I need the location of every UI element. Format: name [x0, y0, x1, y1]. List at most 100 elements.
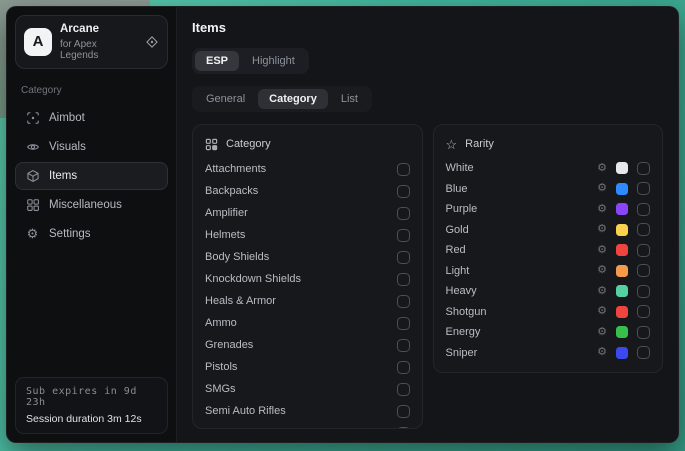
- gear-icon[interactable]: ⚙: [597, 306, 607, 317]
- session-duration-text: Session duration 3m 12s: [26, 413, 157, 425]
- rarity-row-label: Sniper: [446, 347, 598, 359]
- color-swatch[interactable]: [616, 347, 628, 359]
- panels-row: Category Attachments Backpacks Amplifier He…: [192, 124, 663, 429]
- checkbox[interactable]: [397, 361, 410, 374]
- color-swatch[interactable]: [616, 285, 628, 297]
- category-row-label: Pistols: [205, 361, 397, 373]
- sidebar-item-items[interactable]: Items: [15, 162, 168, 190]
- checkbox[interactable]: [637, 264, 650, 277]
- checkbox[interactable]: [397, 405, 410, 418]
- checkbox[interactable]: [397, 251, 410, 264]
- mode-option-esp[interactable]: ESP: [195, 51, 239, 71]
- checkbox[interactable]: [397, 339, 410, 352]
- color-swatch[interactable]: [616, 203, 628, 215]
- tab-category[interactable]: Category: [258, 89, 328, 109]
- rarity-rows: White⚙Blue⚙Purple⚙Gold⚙Red⚙Light⚙Heavy⚙S…: [446, 158, 651, 363]
- mode-option-highlight[interactable]: Highlight: [241, 51, 306, 71]
- checkbox[interactable]: [637, 346, 650, 359]
- category-row-label: Ammo: [205, 317, 397, 329]
- category-row: Assault Rifles: [205, 422, 410, 429]
- rarity-row: Red⚙: [446, 240, 651, 261]
- sidebar-item-visuals[interactable]: Visuals: [15, 133, 168, 161]
- category-row: Grenades: [205, 334, 410, 356]
- checkbox[interactable]: [397, 229, 410, 242]
- gear-icon[interactable]: ⚙: [597, 347, 607, 358]
- category-panel-header: Category: [205, 134, 410, 154]
- rarity-row: Gold⚙: [446, 220, 651, 241]
- category-row: Knockdown Shields: [205, 268, 410, 290]
- color-swatch[interactable]: [616, 224, 628, 236]
- main-content: Items ESPHighlight GeneralCategoryList C…: [177, 7, 678, 442]
- color-swatch[interactable]: [616, 326, 628, 338]
- sidebar-item-label: Settings: [49, 228, 91, 240]
- app-logo: A: [24, 28, 52, 56]
- category-rows: AttachmentsBackpacksAmplifierHelmetsBody…: [205, 158, 410, 429]
- category-row-label: Attachments: [205, 163, 397, 175]
- category-row-label: Amplifier: [205, 207, 397, 219]
- app-window: A Arcane for Apex Legends Category Aimbo…: [6, 6, 679, 443]
- checkbox[interactable]: [637, 223, 650, 236]
- checkbox[interactable]: [637, 162, 650, 175]
- pin-window-icon[interactable]: [145, 35, 159, 49]
- category-row: Semi Auto Rifles: [205, 400, 410, 422]
- visuals-icon: [25, 139, 40, 154]
- checkbox[interactable]: [397, 185, 410, 198]
- rarity-row-label: Red: [446, 244, 598, 256]
- gear-icon[interactable]: ⚙: [597, 204, 607, 215]
- star-icon: ☆: [446, 138, 458, 151]
- category-row-label: Assault Rifles: [205, 427, 397, 429]
- checkbox[interactable]: [637, 326, 650, 339]
- rarity-row: Blue⚙: [446, 179, 651, 200]
- rarity-row-label: White: [446, 162, 598, 174]
- rarity-row-label: Blue: [446, 183, 598, 195]
- sidebar-item-label: Aimbot: [49, 112, 85, 124]
- checkbox[interactable]: [397, 163, 410, 176]
- checkbox[interactable]: [637, 203, 650, 216]
- app-header-card[interactable]: A Arcane for Apex Legends: [15, 15, 168, 69]
- category-row: Amplifier: [205, 202, 410, 224]
- category-row-label: Semi Auto Rifles: [205, 405, 397, 417]
- category-panel: Category AttachmentsBackpacksAmplifierHe…: [192, 124, 423, 429]
- checkbox[interactable]: [397, 317, 410, 330]
- gear-icon[interactable]: ⚙: [597, 183, 607, 194]
- sidebar-item-miscellaneous[interactable]: Miscellaneous: [15, 191, 168, 219]
- sidebar-section-label: Category: [21, 85, 162, 96]
- gear-icon[interactable]: ⚙: [597, 245, 607, 256]
- rarity-row: Heavy⚙: [446, 281, 651, 302]
- rarity-row: Sniper⚙: [446, 343, 651, 364]
- gear-icon[interactable]: ⚙: [597, 224, 607, 235]
- category-row: Body Shields: [205, 246, 410, 268]
- checkbox[interactable]: [637, 285, 650, 298]
- rarity-row: Purple⚙: [446, 199, 651, 220]
- checkbox[interactable]: [397, 427, 410, 430]
- color-swatch[interactable]: [616, 183, 628, 195]
- tab-list[interactable]: List: [330, 89, 369, 109]
- sidebar-item-aimbot[interactable]: Aimbot: [15, 104, 168, 132]
- color-swatch[interactable]: [616, 265, 628, 277]
- tab-general[interactable]: General: [195, 89, 256, 109]
- checkbox[interactable]: [637, 244, 650, 257]
- category-row: Backpacks: [205, 180, 410, 202]
- sidebar-item-settings[interactable]: ⚙Settings: [15, 220, 168, 248]
- checkbox[interactable]: [397, 273, 410, 286]
- rarity-row-label: Heavy: [446, 285, 598, 297]
- gear-icon[interactable]: ⚙: [597, 327, 607, 338]
- gear-icon[interactable]: ⚙: [597, 286, 607, 297]
- category-row-label: SMGs: [205, 383, 397, 395]
- checkbox[interactable]: [397, 207, 410, 220]
- color-swatch[interactable]: [616, 162, 628, 174]
- color-swatch[interactable]: [616, 244, 628, 256]
- page-title: Items: [192, 20, 663, 35]
- checkbox[interactable]: [637, 305, 650, 318]
- checkbox[interactable]: [397, 295, 410, 308]
- checkbox[interactable]: [397, 383, 410, 396]
- checkbox[interactable]: [637, 182, 650, 195]
- gear-icon[interactable]: ⚙: [597, 163, 607, 174]
- color-swatch[interactable]: [616, 306, 628, 318]
- rarity-panel-header: ☆ Rarity: [446, 134, 651, 154]
- category-row: Pistols: [205, 356, 410, 378]
- gear-icon[interactable]: ⚙: [597, 265, 607, 276]
- category-row: SMGs: [205, 378, 410, 400]
- category-row-label: Knockdown Shields: [205, 273, 397, 285]
- category-grid-icon: [205, 138, 218, 151]
